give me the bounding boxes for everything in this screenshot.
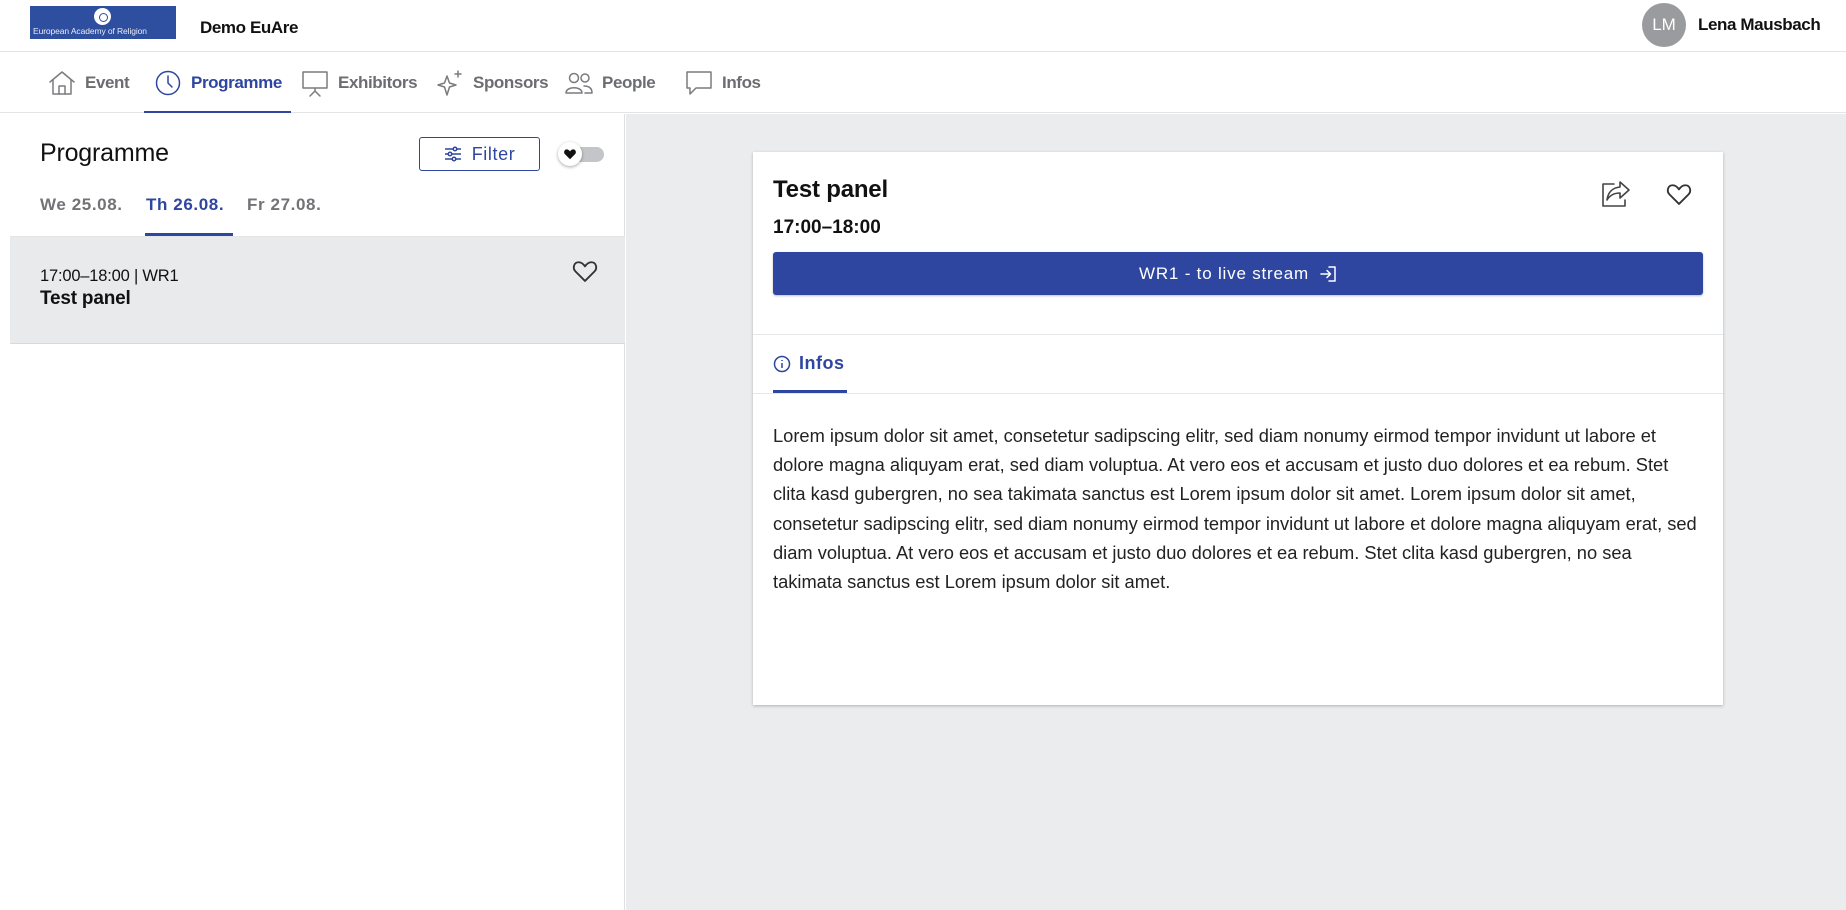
tab-infos[interactable]: Infos (773, 353, 845, 374)
house-icon (49, 70, 75, 95)
filter-button[interactable]: Filter (419, 137, 540, 171)
clock-icon (155, 70, 181, 95)
favorites-toggle[interactable] (558, 142, 606, 166)
day-tab-fr[interactable]: Fr 27.08. (247, 195, 321, 215)
user-name[interactable]: Lena Mausbach (1698, 15, 1821, 35)
academy-logo[interactable]: European Academy of Religion (30, 6, 176, 39)
sparkle-star-icon (437, 69, 462, 96)
nav-item-label: Programme (191, 72, 282, 92)
event-name: Demo EuAre (200, 18, 299, 37)
nav-item-label: Sponsors (473, 72, 549, 92)
toggle-knob (558, 142, 582, 166)
day-tab-th[interactable]: Th 26.08. (146, 195, 224, 215)
info-icon (773, 355, 791, 372)
nav-item-label: People (602, 72, 656, 92)
logo-text: European Academy of Religion (33, 26, 147, 36)
detail-title: Test panel (773, 176, 888, 203)
divider (753, 334, 1723, 335)
nav-item-exhibitors[interactable]: Exhibitors (300, 53, 418, 112)
day-tab-we[interactable]: We 25.08. (40, 195, 123, 215)
session-list-item[interactable]: 17:00–18:00 | WR1 Test panel (10, 237, 625, 344)
people-icon (565, 72, 593, 94)
programme-title: Programme (40, 139, 169, 167)
session-description: Lorem ipsum dolor sit amet, consetetur s… (773, 425, 1697, 593)
session-meta: 17:00–18:00 | WR1 (40, 267, 179, 285)
presentation-board-icon (302, 70, 328, 97)
nav-item-programme[interactable]: Programme (144, 53, 291, 113)
session-title: Test panel (40, 288, 131, 309)
nav-item-people[interactable]: People (564, 53, 656, 112)
share-icon[interactable] (1600, 179, 1632, 209)
nav-item-label: Event (85, 72, 130, 92)
avatar[interactable]: LM (1642, 3, 1686, 47)
nav-item-label: Infos (722, 72, 761, 92)
live-stream-button[interactable]: WR1 - to live stream (773, 252, 1703, 295)
nav-item-sponsors[interactable]: Sponsors (435, 53, 549, 112)
heart-filled-icon (564, 149, 576, 160)
live-stream-button-label: WR1 - to live stream (1139, 263, 1309, 283)
enter-icon (1320, 265, 1336, 282)
sliders-icon (444, 146, 461, 162)
programme-panel (10, 114, 625, 910)
favorite-heart-icon[interactable] (571, 257, 599, 285)
main-nav: Event Programme Exhibitors Sponsors Peop… (0, 53, 1846, 113)
nav-item-infos[interactable]: Infos (684, 53, 761, 112)
detail-favorite-heart-icon[interactable] (1665, 180, 1693, 208)
filter-button-label: Filter (471, 143, 516, 164)
tab-infos-label: Infos (799, 353, 845, 373)
divider (753, 393, 1723, 394)
nav-item-label: Exhibitors (338, 72, 418, 92)
seal-icon (94, 8, 111, 25)
detail-time: 17:00–18:00 (773, 217, 881, 238)
nav-item-event[interactable]: Event (47, 53, 130, 112)
chat-bubble-icon (686, 70, 712, 95)
